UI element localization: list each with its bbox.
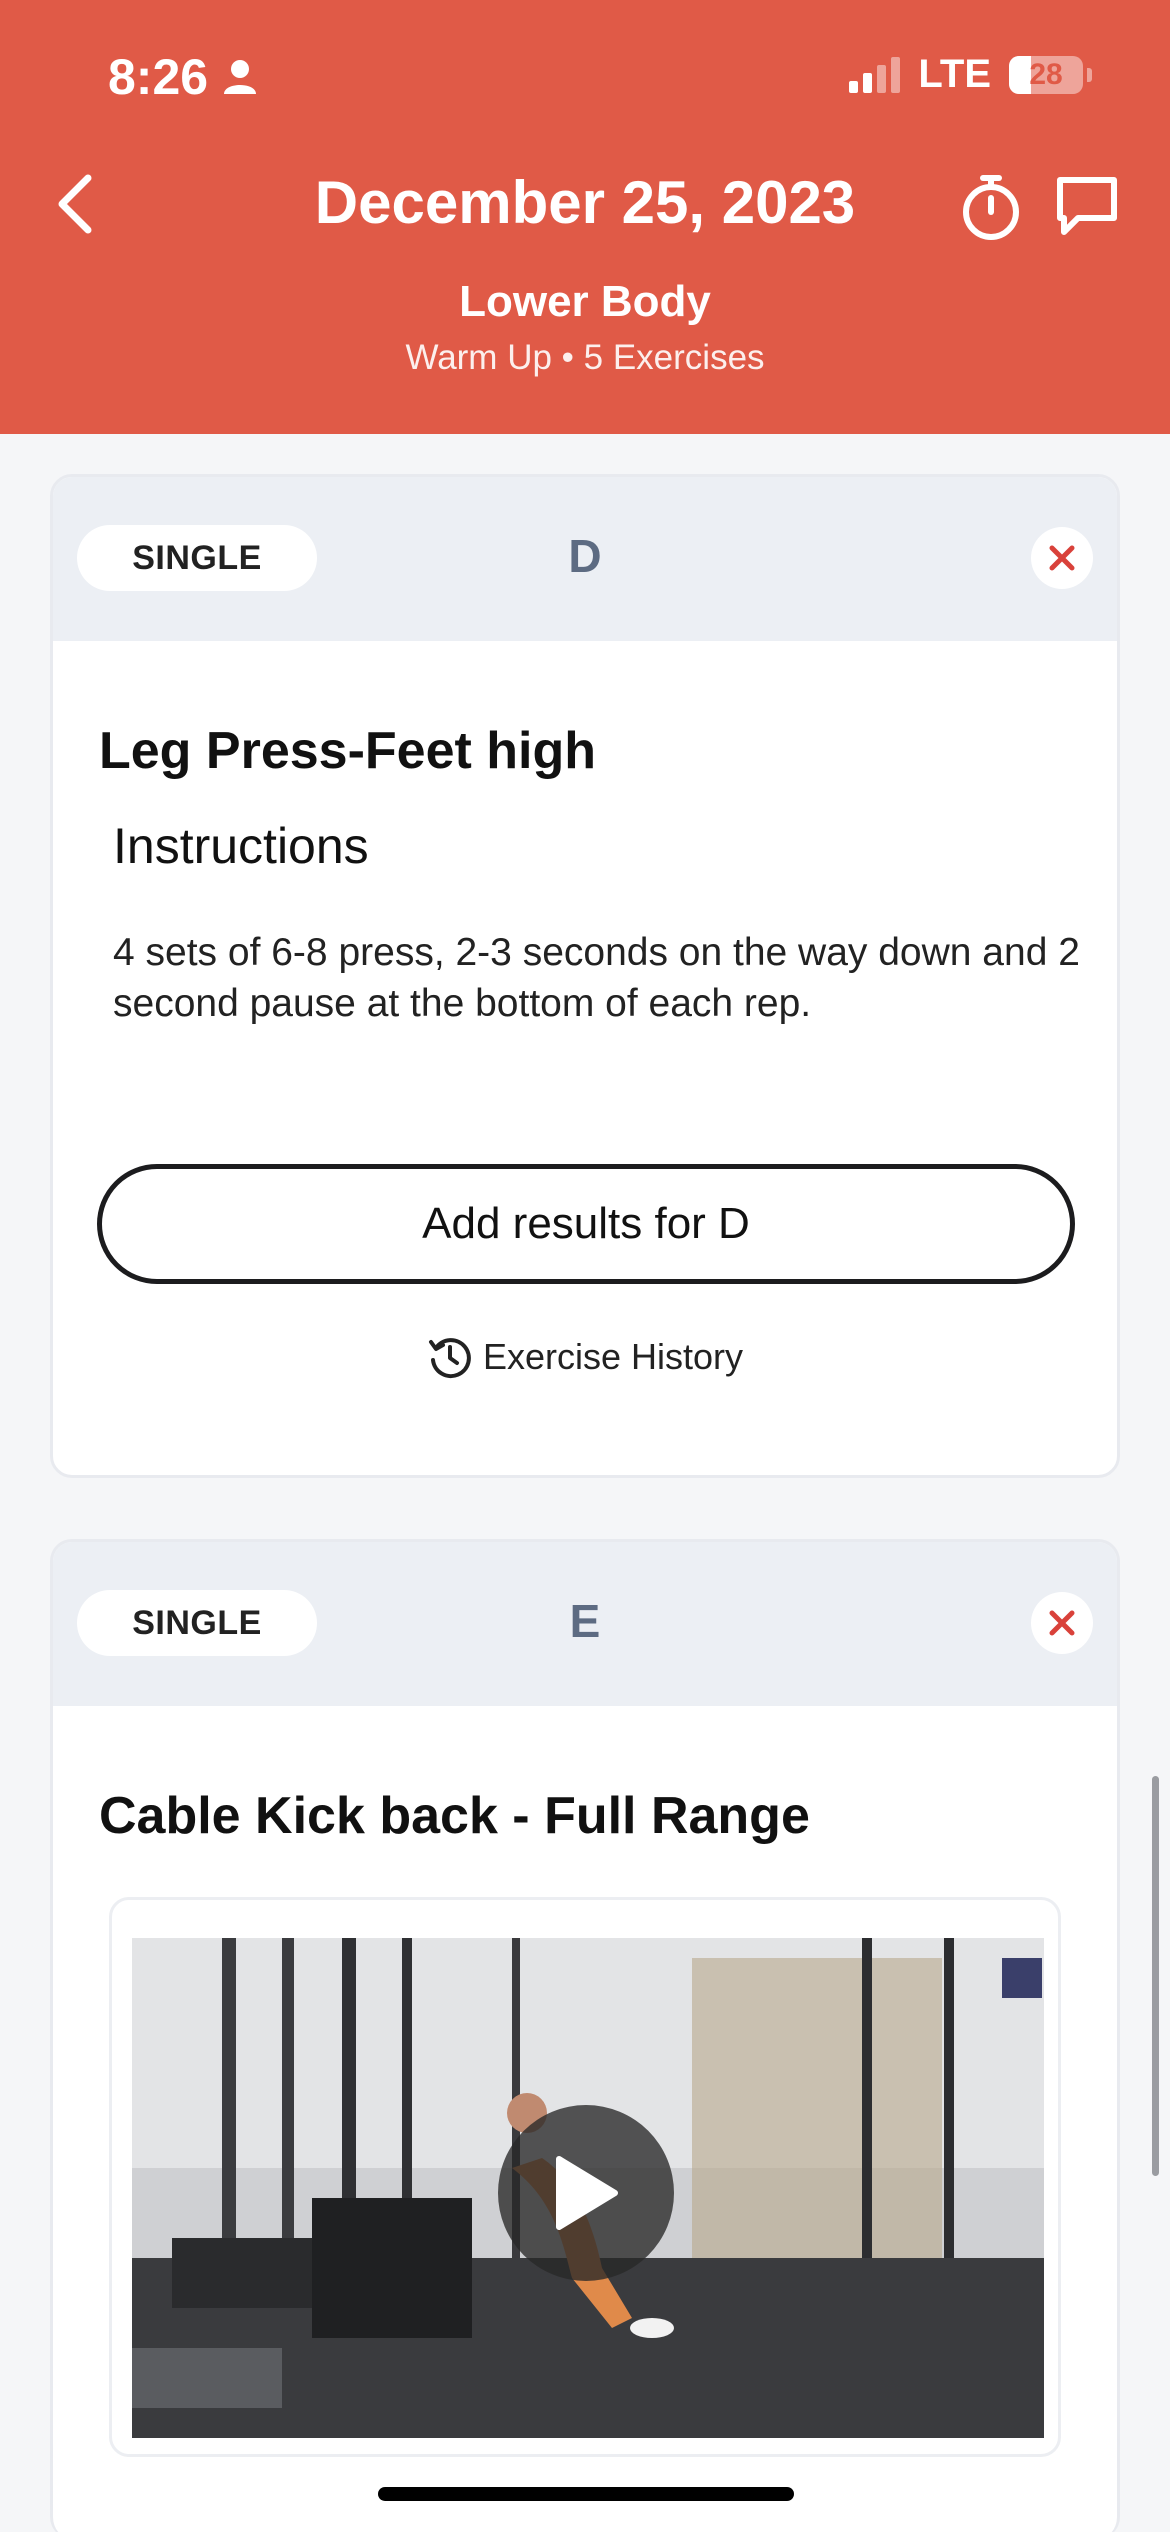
exercise-card-d: SINGLE D Leg Press-Feet high Instruction… <box>50 474 1120 1478</box>
exercise-title: Leg Press-Feet high <box>99 722 596 780</box>
battery-level: 28 <box>1029 57 1063 91</box>
close-icon <box>1049 545 1075 571</box>
person-icon <box>224 60 257 94</box>
workout-header: 8:26 LTE 28 December 25, 2023 Lower Body… <box>0 0 1170 434</box>
add-results-button[interactable]: Add results for D <box>97 1164 1075 1284</box>
play-icon <box>556 2156 618 2230</box>
network-type: LTE <box>918 52 991 96</box>
exercise-letter: E <box>569 1595 601 1647</box>
scrollbar[interactable] <box>1152 1776 1159 2176</box>
exercise-card-header: SINGLE E <box>53 1542 1117 1706</box>
instructions-heading: Instructions <box>113 818 369 874</box>
workout-name: Lower Body <box>459 277 711 326</box>
status-bar-time: 8:26 <box>108 48 258 106</box>
history-icon <box>428 1338 471 1379</box>
remove-exercise-button[interactable] <box>1031 1592 1093 1654</box>
cellular-signal-icon <box>849 56 901 93</box>
status-time-text: 8:26 <box>108 49 209 105</box>
status-bar-indicators: LTE 28 <box>849 52 1092 97</box>
play-video-button[interactable] <box>498 2105 674 2281</box>
chat-button[interactable] <box>1054 174 1120 238</box>
remove-exercise-button[interactable] <box>1031 527 1093 589</box>
close-icon <box>1049 1610 1075 1636</box>
instructions-text: 4 sets of 6-8 press, 2-3 seconds on the … <box>113 931 1080 1025</box>
home-indicator[interactable] <box>378 2487 794 2501</box>
exercise-title: Cable Kick back - Full Range <box>99 1787 810 1845</box>
timer-button[interactable] <box>958 172 1024 242</box>
exercise-card-e: SINGLE E Cable Kick back - Full Range <box>50 1539 1120 2532</box>
exercise-history-label: Exercise History <box>482 1336 744 1377</box>
exercise-card-header: SINGLE D <box>53 477 1117 641</box>
workout-meta: Warm Up • 5 Exercises <box>405 338 765 377</box>
battery-icon: 28 <box>1009 55 1083 94</box>
stopwatch-icon <box>963 175 1019 240</box>
exercise-history-link[interactable]: Exercise History <box>53 1334 1117 1380</box>
chat-bubble-icon <box>1057 177 1117 235</box>
exercise-letter: D <box>568 530 602 582</box>
